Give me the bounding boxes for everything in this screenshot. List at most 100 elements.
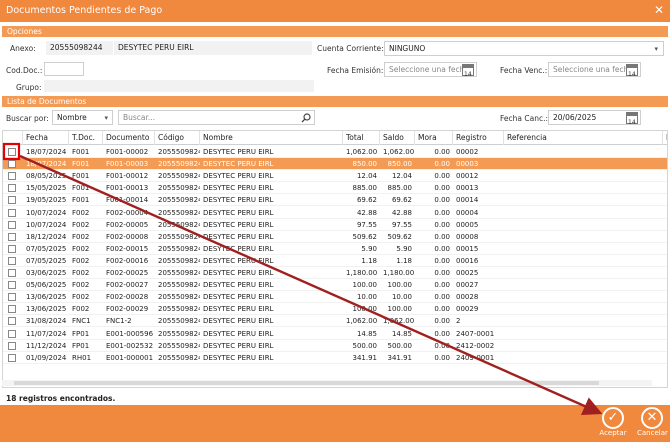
calendar-icon[interactable]: 14 [626,64,638,76]
search-input[interactable]: Buscar... [118,110,315,125]
table-cell: 01/09/2024 [26,353,67,362]
table-row[interactable]: 10/07/2024 F002 F002-00004 20555098244DESYT… [3,207,667,219]
table-row[interactable]: 08/05/2025 F001 F001-00012 20555098244DESYT… [3,170,667,183]
column-header[interactable]: Nombre [200,131,343,145]
table-row[interactable]: 13/06/2025 F002 F002-00028 20555098244DESYT… [3,291,667,304]
table-cell: 509.62 [352,232,378,241]
column-header[interactable]: Referencia [504,131,663,145]
table-row[interactable]: 07/05/2025 F002 F002-00016 20555098244DESYT… [3,255,667,267]
calendar-icon[interactable]: 14 [462,64,474,76]
close-circle-icon: ✕ [641,407,663,429]
row-checkbox[interactable] [8,160,16,169]
table-cell: FNC1-2 [106,317,132,326]
table-row[interactable]: 05/06/2025 F002 F002-00027 20555098244DESYT… [3,279,667,292]
row-checkbox[interactable] [8,172,16,181]
horizontal-scrollbar[interactable] [2,380,652,386]
column-header[interactable]: Registro [453,131,504,145]
fecha-emision-input[interactable]: Seleccione una fecha 14 [384,62,477,77]
table-cell: 20555098244 [158,184,200,193]
fecha-venc-input[interactable]: Seleccione una fecha 14 [548,62,641,77]
table-row[interactable]: 11/07/2024 FP01 E001-000596 20555098244DESY… [3,328,667,340]
row-checkbox[interactable] [8,317,16,326]
table-cell [663,291,667,303]
table-cell: 19/05/2025 [26,196,67,205]
row-checkbox[interactable] [8,232,16,241]
table-cell [663,231,667,243]
table-cell [504,207,663,219]
row-checkbox[interactable] [8,256,16,265]
table-cell [504,182,663,194]
close-icon[interactable]: ✕ [654,3,664,17]
row-checkbox[interactable] [8,305,16,314]
table-row[interactable]: 18/07/2024 F001 F001-00002 20555098244DESYT… [3,146,667,159]
row-checkbox[interactable] [8,244,16,253]
table-row[interactable]: 15/05/2025 F001 F001-00013 20555098244DESYT… [3,182,667,195]
coddoc-input[interactable] [44,62,84,76]
table-cell [504,194,663,206]
column-header[interactable]: Código [155,131,200,145]
grupo-field[interactable] [44,80,314,92]
table-cell: 500.00 [387,341,413,350]
accept-button[interactable]: ✓ Aceptar [598,407,628,437]
cuenta-corriente-select[interactable]: NINGUNO ▾ [384,41,664,56]
row-checkbox[interactable] [8,208,16,217]
table-cell [504,243,663,255]
table-row[interactable]: 18/12/2024 F002 F002-00008 20555098244DESYT… [3,231,667,243]
scrollbar-thumb[interactable] [14,381,599,385]
column-header[interactable]: Doc.Ref. [663,131,667,145]
table-cell [663,158,667,170]
select-all-checkbox[interactable] [3,131,23,145]
table-cell: FP01 [72,329,90,338]
row-checkbox[interactable] [8,281,16,290]
row-checkbox[interactable] [8,341,16,350]
column-header[interactable]: Fecha [23,131,69,145]
table-cell [663,267,667,279]
table-cell: F001 [72,172,90,181]
column-header[interactable]: Saldo [380,131,415,145]
row-checkbox[interactable] [8,269,16,277]
search-icon[interactable] [301,113,311,123]
table-cell: 20555098244 [158,353,200,362]
table-row[interactable]: 13/06/2025 F002 F002-00029 20555098244DESYT… [3,303,667,316]
table-cell: 20555098244 [158,244,200,253]
table-cell: F001-00002 [106,148,149,156]
table-row[interactable]: 07/05/2025 F002 F002-00015 20555098244DESYT… [3,243,667,255]
column-header[interactable]: Mora [415,131,453,145]
table-cell [504,303,663,315]
table-cell: DESYTEC PERU EIRL [203,244,274,253]
table-cell [663,207,667,219]
buscar-por-select[interactable]: Nombre ▾ [52,110,113,125]
table-cell: 14.85 [356,329,377,338]
row-checkbox[interactable] [8,293,16,302]
table-row[interactable]: 01/09/2024 RH01 E001-000001 20555098244DESY… [3,352,667,364]
row-checkbox[interactable] [8,329,16,338]
table-row[interactable]: 18/07/2024 F001 F001-00003 20555098244DESYT… [3,158,667,171]
table-row[interactable]: 19/05/2025 F001 F001-00014 20555098244DESYT… [3,194,667,207]
table-row[interactable]: 03/06/2025 F002 F002-00025 20555098244DESYT… [3,267,667,280]
table-cell: 100.00 [352,305,378,314]
row-checkbox[interactable] [8,353,16,362]
table-cell: DESYTEC PERU EIRL [203,172,274,181]
anexo-code-field[interactable]: 20555098244 [46,41,113,55]
table-cell [504,146,663,158]
column-header[interactable]: Documento [103,131,155,145]
table-cell: 20555098244 [158,208,200,217]
row-checkbox[interactable] [8,220,16,229]
table-row[interactable]: 31/08/2024 FNC1 FNC1-2 20555098244DESYTEC P… [3,315,667,328]
table-cell: DESYTEC PERU EIRL [203,208,274,217]
row-checkbox[interactable] [8,184,16,193]
column-header[interactable]: T.Doc. [69,131,103,145]
table-cell: F002-00005 [106,220,149,229]
row-checkbox[interactable] [8,196,16,205]
column-header[interactable]: Total [343,131,380,145]
row-checkbox[interactable] [8,148,16,156]
table-cell: 12.04 [391,172,412,181]
table-row[interactable]: 10/07/2024 F002 F002-00005 20555098244DESYT… [3,219,667,231]
fecha-canc-input[interactable]: 20/06/2025 14 [548,110,641,125]
table-cell [504,352,663,364]
cancel-button[interactable]: ✕ Cancelar [637,407,668,437]
table-cell: 10/07/2024 [26,208,67,217]
calendar-icon[interactable]: 14 [626,112,638,124]
table-row[interactable]: 11/12/2024 FP01 E001-002532 20555098244DESY… [3,340,667,352]
table-cell: F002-00027 [106,281,149,290]
